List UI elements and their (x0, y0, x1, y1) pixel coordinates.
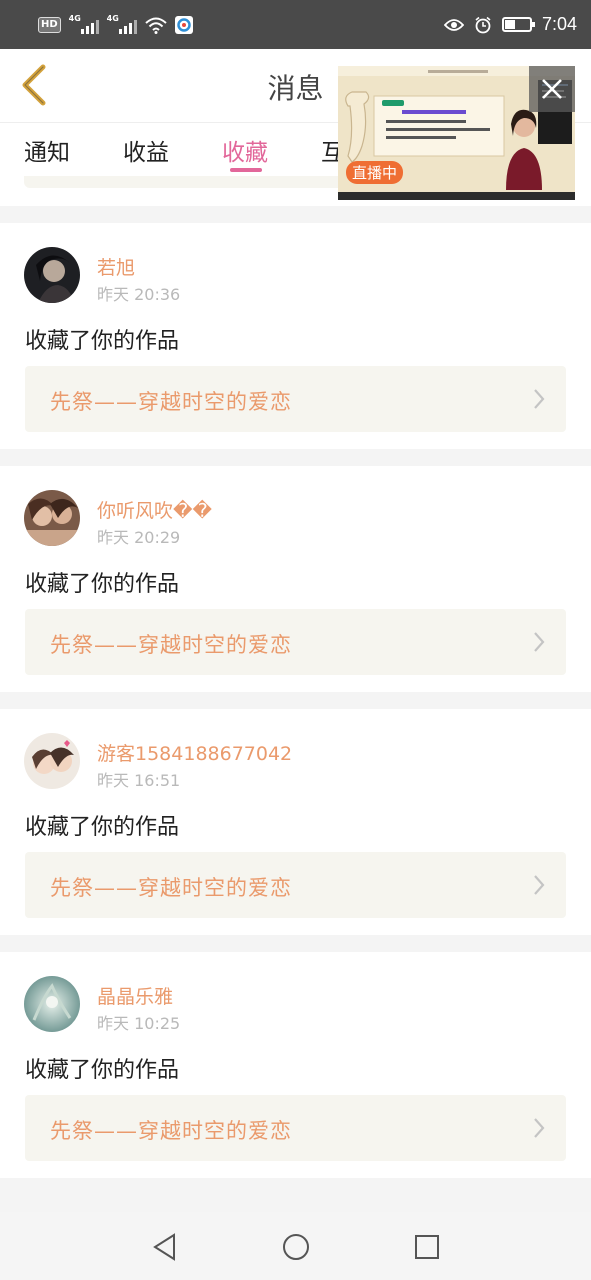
action-text: 收藏了你的作品 (25, 815, 180, 840)
work-title: 先祭——穿越时空的爱恋 (50, 390, 292, 414)
chevron-right-icon (534, 875, 545, 895)
action-text: 收藏了你的作品 (25, 1058, 180, 1083)
work-link[interactable]: 先祭——穿越时空的爱恋 (25, 852, 566, 918)
alarm-icon (475, 16, 491, 33)
active-tab-indicator (230, 168, 262, 172)
status-bar: HD 4G 4G 7:04 (0, 0, 591, 49)
live-badge: 直播中 (346, 161, 404, 184)
action-text: 收藏了你的作品 (25, 572, 180, 597)
user-name[interactable]: 你听风吹�� (97, 496, 212, 523)
work-link[interactable]: 先祭——穿越时空的爱恋 (25, 609, 566, 675)
timestamp: 昨天 20:36 (97, 285, 181, 304)
system-nav-bar (0, 1212, 591, 1280)
work-link[interactable]: 先祭——穿越时空的爱恋 (25, 366, 566, 432)
avatar[interactable] (24, 733, 80, 789)
list-item: 若旭 昨天 20:36 收藏了你的作品 先祭——穿越时空的爱恋 (0, 223, 591, 449)
avatar[interactable] (24, 976, 80, 1032)
tab-earnings[interactable]: 收益 (123, 133, 169, 167)
timestamp: 昨天 20:29 (97, 528, 181, 547)
battery-icon (501, 17, 535, 32)
timestamp: 昨天 16:51 (97, 771, 181, 790)
chevron-right-icon (534, 389, 545, 409)
wifi-icon (145, 17, 167, 34)
hd-icon: HD (38, 16, 61, 33)
tab-notifications[interactable]: 通知 (24, 133, 70, 167)
signal-icon-2: 4G (106, 13, 137, 34)
close-icon (542, 79, 562, 99)
work-link[interactable]: 先祭——穿越时空的爱恋 (25, 1095, 566, 1161)
avatar[interactable] (24, 490, 80, 546)
chevron-right-icon (534, 632, 545, 652)
work-title: 先祭——穿越时空的爱恋 (50, 1119, 292, 1143)
list-item: 你听风吹�� 昨天 20:29 收藏了你的作品 先祭——穿越时空的爱恋 (0, 466, 591, 692)
clock: 7:04 (541, 14, 577, 34)
avatar[interactable] (24, 247, 80, 303)
action-text: 收藏了你的作品 (25, 329, 180, 354)
app-notification-icon (174, 15, 193, 34)
work-title: 先祭——穿越时空的爱恋 (50, 876, 292, 900)
chevron-right-icon (534, 1118, 545, 1138)
recents-square-icon[interactable] (412, 1232, 442, 1262)
back-triangle-icon[interactable] (150, 1232, 180, 1262)
signal-icon: 4G (68, 13, 99, 34)
tab-favorites[interactable]: 收藏 (222, 133, 268, 167)
close-button[interactable] (529, 66, 575, 112)
work-title: 先祭——穿越时空的爱恋 (50, 633, 292, 657)
user-name[interactable]: 若旭 (97, 253, 135, 280)
home-circle-icon[interactable] (281, 1232, 311, 1262)
timestamp: 昨天 10:25 (97, 1014, 181, 1033)
network-label-2: 4G (106, 13, 119, 23)
user-name[interactable]: 晶晶乐雅 (97, 982, 173, 1009)
eye-icon (443, 18, 464, 31)
live-video-window[interactable]: 直播中 (338, 66, 575, 200)
user-name[interactable]: 游客1584188677042 (97, 739, 292, 766)
list-item: 游客1584188677042 昨天 16:51 收藏了你的作品 先祭——穿越时… (0, 709, 591, 935)
network-label: 4G (68, 13, 81, 23)
list-item: 晶晶乐雅 昨天 10:25 收藏了你的作品 先祭——穿越时空的爱恋 (0, 952, 591, 1178)
favorites-list[interactable]: 若旭 昨天 20:36 收藏了你的作品 先祭——穿越时空的爱恋 你听风吹�� 昨… (0, 176, 591, 1212)
